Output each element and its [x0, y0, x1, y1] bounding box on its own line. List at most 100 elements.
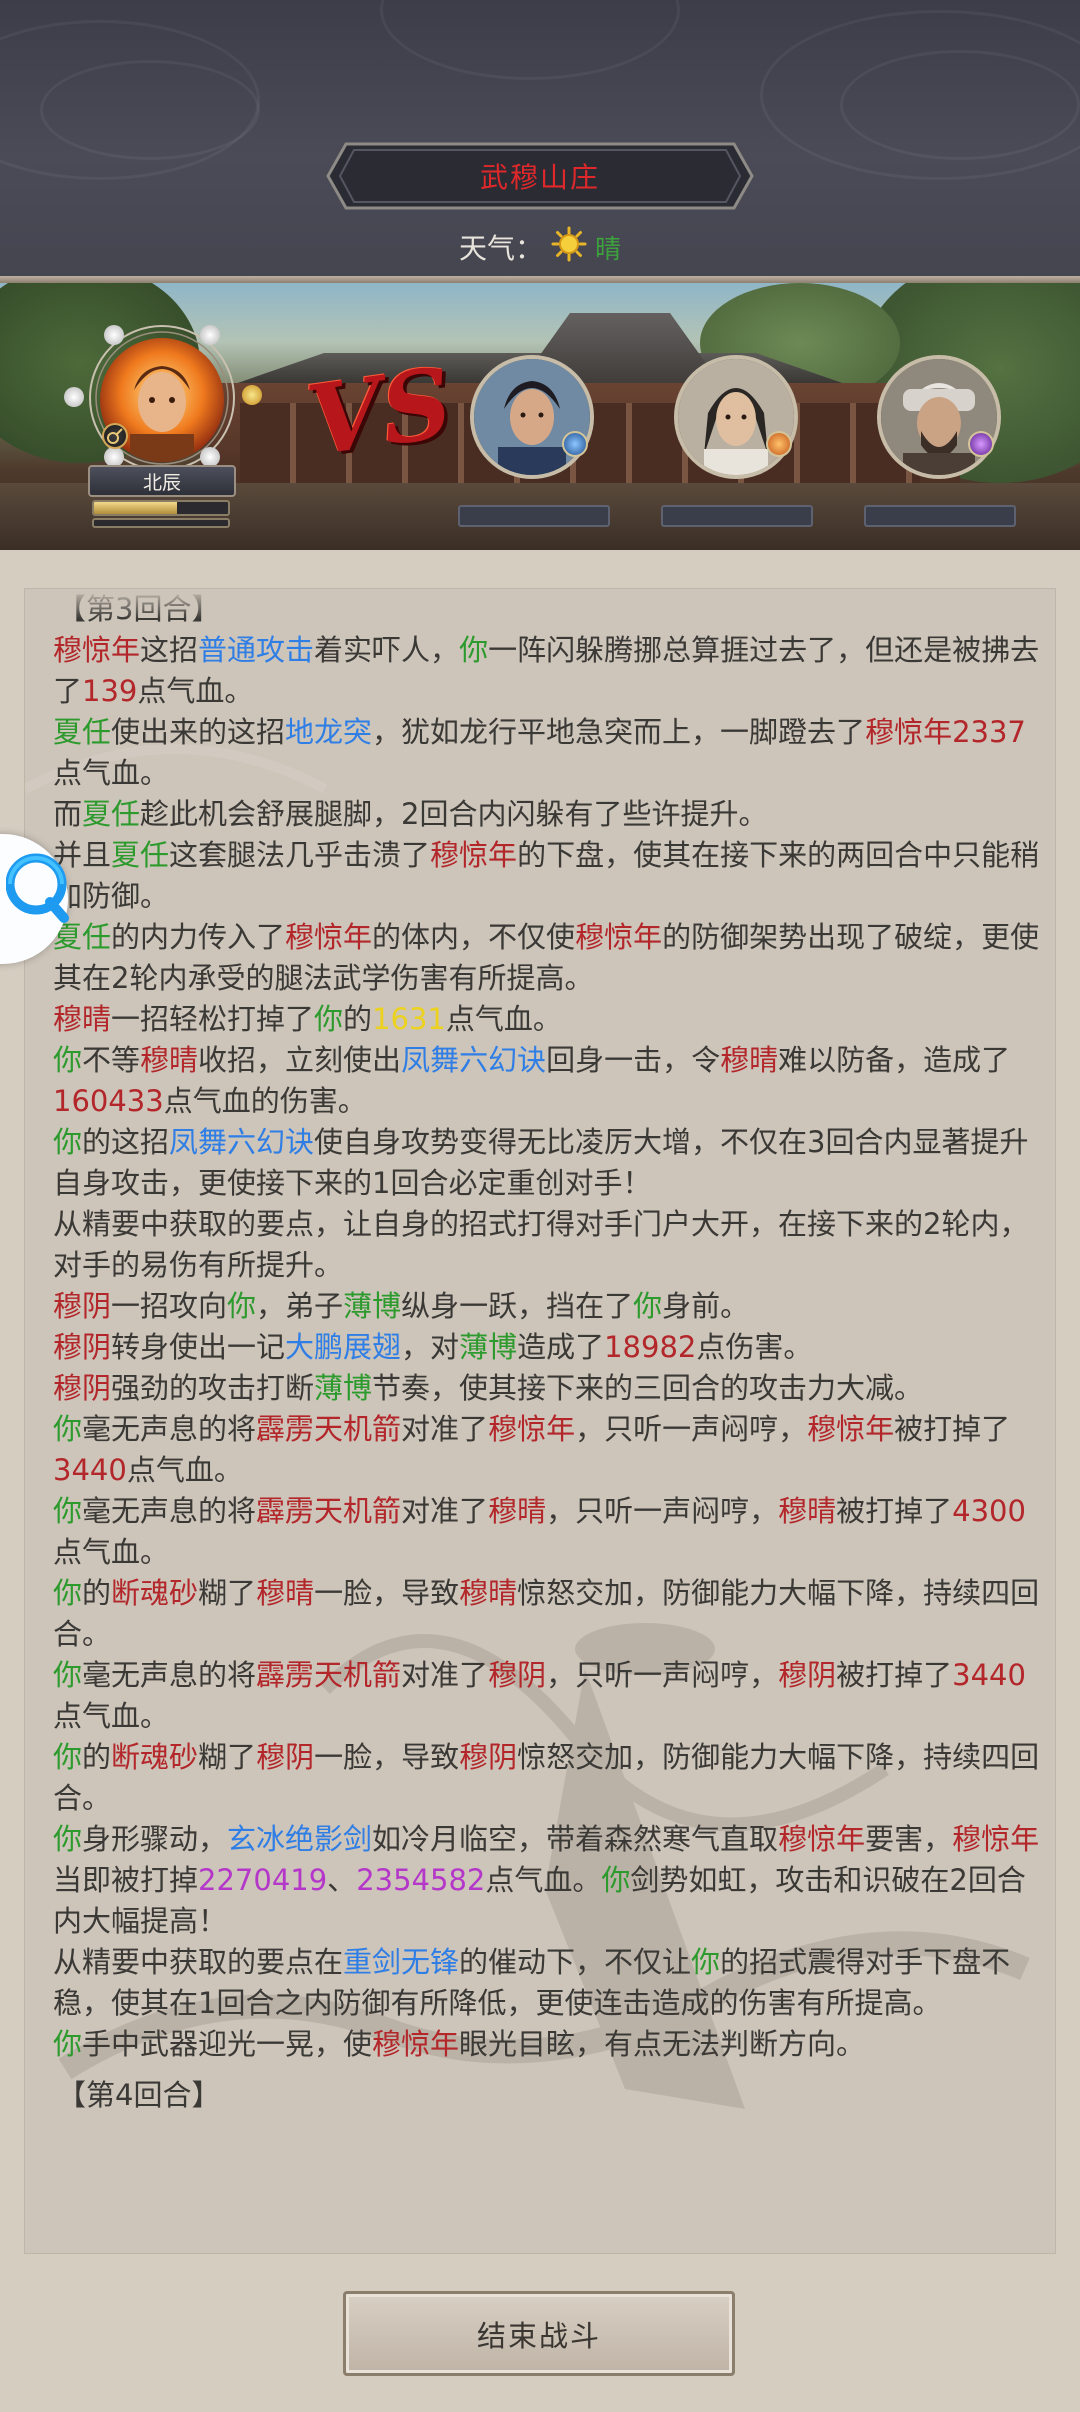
log-text: 从精要中获取的要点，让自身的招式打得对手门户大开，在接下来的2轮内，对手的易伤有… [53, 1207, 1029, 1282]
log-text: 一招攻向 [111, 1289, 228, 1323]
log-highlight: 穆阴 [488, 1658, 547, 1692]
log-text: 从精要中获取的要点在 [53, 1945, 344, 1979]
log-text: 收招，立刻使出 [198, 1043, 402, 1077]
log-highlight: 2354582 [356, 1863, 486, 1897]
enemy-avatar-1[interactable] [470, 355, 594, 479]
log-highlight: 穆惊年 [575, 920, 663, 954]
log-text: ，只听一声闷哼， [546, 1494, 779, 1528]
log-entry: 夏任使出来的这招地龙突，犹如龙行平地急突而上，一脚蹬去了穆惊年2337 点气血。 [53, 712, 1043, 794]
log-highlight: 你 [53, 1412, 83, 1446]
log-text: 点气血。 [137, 674, 254, 708]
floating-assist-button[interactable] [0, 834, 69, 964]
log-highlight: 玄冰绝影剑 [227, 1822, 373, 1856]
battle-log: 【第3回合】穆惊年这招普通攻击着实吓人，你一阵闪躲腾挪总算捱过去了，但还是被拂去… [53, 589, 1043, 2116]
log-text: 对准了 [401, 1658, 489, 1692]
log-text: 一脸，导致 [314, 1576, 460, 1610]
log-text: 对准了 [401, 1494, 489, 1528]
log-highlight: 大鹏展翅 [285, 1330, 402, 1364]
log-bottom-fade [25, 2223, 1055, 2253]
log-text: 点气血的伤害。 [163, 1084, 367, 1118]
log-highlight: 你 [227, 1289, 257, 1323]
log-highlight: 穆惊年 [53, 633, 141, 667]
search-icon [6, 853, 69, 923]
log-text: 糊了 [198, 1740, 257, 1774]
log-entry: 你手中武器迎光一晃，使穆惊年眼光目眩，有点无法判断方向。 [53, 2024, 1043, 2065]
log-entry: 并且夏任这套腿法几乎击溃了穆惊年的下盘，使其在接下来的两回合中只能稍加防御。 [53, 835, 1043, 917]
log-highlight: 夏任 [111, 838, 170, 872]
log-highlight: 穆晴 [256, 1576, 315, 1610]
skill-slot-dot [104, 325, 124, 345]
log-text: 难以防备，造成了 [778, 1043, 1011, 1077]
log-text: 这招 [140, 633, 199, 667]
log-text: 当即被打掉 [53, 1863, 199, 1897]
log-highlight: 穆惊年 [372, 2027, 460, 2061]
log-highlight: 139 [82, 674, 138, 708]
log-entry: 你毫无声息的将霹雳天机箭对准了穆晴，只听一声闷哼，穆晴被打掉了4300点气血。 [53, 1491, 1043, 1573]
location-title-plaque: 武穆山庄 [326, 142, 754, 210]
log-text: 被打掉了 [836, 1494, 953, 1528]
log-highlight: 穆阴 [53, 1371, 112, 1405]
log-text: 、 [327, 1863, 357, 1897]
log-highlight: 4300 [952, 1494, 1026, 1528]
log-text: 的 [82, 1576, 112, 1610]
log-highlight: 断魂砂 [111, 1576, 199, 1610]
log-highlight: 穆惊年 [778, 1822, 866, 1856]
log-text: 身前。 [662, 1289, 750, 1323]
end-battle-button[interactable]: 结束战斗 [343, 2291, 735, 2376]
log-highlight: 3440 [53, 1453, 127, 1487]
log-highlight: 你 [633, 1289, 663, 1323]
skill-slot-dot [200, 325, 220, 345]
ice-element-icon [562, 431, 588, 457]
log-text: 而 [53, 797, 83, 831]
log-highlight: 穆阴 [53, 1330, 112, 1364]
enemy-hp-bar-1 [458, 505, 610, 527]
log-highlight: 薄博 [343, 1289, 402, 1323]
round-header: 【第4回合】 [53, 2075, 1043, 2116]
log-highlight: 3440 [952, 1658, 1026, 1692]
battle-log-panel[interactable]: 【第3回合】穆惊年这招普通攻击着实吓人，你一阵闪躲腾挪总算捱过去了，但还是被拂去… [24, 588, 1056, 2254]
log-text: 点气血。 [126, 1453, 243, 1487]
log-text: 一脸，导致 [314, 1740, 460, 1774]
log-text: 趁此机会舒展腿脚，2回合内闪躲有了些许提升。 [140, 797, 768, 831]
log-text: 的 [343, 1002, 373, 1036]
thunder-element-icon [968, 431, 994, 457]
log-text: 的 [82, 1740, 112, 1774]
log-highlight: 重剑无锋 [343, 1945, 460, 1979]
log-text: 【第4回合】 [57, 2078, 221, 2112]
log-highlight: 你 [53, 1576, 83, 1610]
log-text: ，对 [401, 1330, 460, 1364]
log-highlight: 160433 [53, 1084, 164, 1118]
log-highlight: 霹雳天机箭 [256, 1412, 402, 1446]
player-portrait-frame[interactable] [64, 323, 262, 473]
log-text: ，犹如龙行平地急突而上，一脚蹬去了 [372, 715, 866, 749]
weather-row: 天气： 晴 [0, 222, 1080, 272]
log-text: 强劲的攻击打断 [111, 1371, 315, 1405]
log-text: 毫无声息的将 [82, 1494, 257, 1528]
log-text: 眼光目眩，有点无法判断方向。 [459, 2027, 866, 2061]
enemy-avatar-3[interactable] [877, 355, 1001, 479]
log-text: 的体内，不仅使 [372, 920, 576, 954]
log-highlight: 穆晴 [720, 1043, 779, 1077]
log-text: 身形骤动， [82, 1822, 228, 1856]
log-text: 不等 [82, 1043, 141, 1077]
weather-label: 天气： [458, 232, 543, 265]
log-text: 被打掉了 [836, 1658, 953, 1692]
log-highlight: 穆惊年 [285, 920, 373, 954]
log-highlight: 你 [601, 1863, 631, 1897]
log-highlight: 夏任 [53, 715, 112, 749]
log-text: 节奏，使其接下来的三回合的攻击力大减。 [372, 1371, 924, 1405]
log-highlight: 1631 [372, 1002, 446, 1036]
log-text: 的这招 [82, 1125, 170, 1159]
log-highlight: 穆阴 [459, 1740, 518, 1774]
log-highlight: 你 [459, 633, 489, 667]
log-highlight: 断魂砂 [111, 1740, 199, 1774]
enemy-hp-bar-2 [661, 505, 813, 527]
weather-value: 晴 [595, 234, 622, 265]
enemy-avatar-2[interactable] [674, 355, 798, 479]
log-highlight: 穆阴 [778, 1658, 837, 1692]
log-entry: 穆阴强劲的攻击打断薄博节奏，使其接下来的三回合的攻击力大减。 [53, 1368, 1043, 1409]
log-text: 被打掉了 [894, 1412, 1011, 1446]
player-hp-bar [92, 500, 230, 516]
log-entry: 而夏任趁此机会舒展腿脚，2回合内闪躲有了些许提升。 [53, 794, 1043, 835]
log-highlight: 穆惊年 [952, 1822, 1040, 1856]
